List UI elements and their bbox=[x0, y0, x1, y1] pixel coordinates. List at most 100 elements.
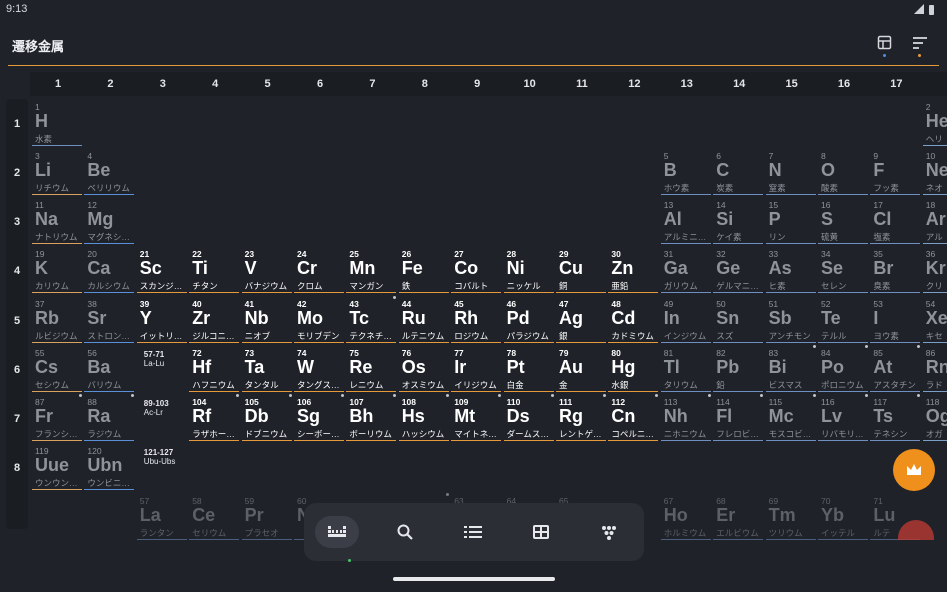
element-tile[interactable]: 106 Sg シーボー… bbox=[294, 394, 346, 442]
element-tile[interactable]: 47 Ag 銀 bbox=[556, 296, 608, 344]
element-tile[interactable]: 37 Rb ルビジウム bbox=[32, 296, 84, 344]
element-tile[interactable]: 29 Cu 銅 bbox=[556, 246, 608, 294]
element-tile[interactable]: 87 Fr フランシ… bbox=[32, 394, 84, 442]
element-tile[interactable]: 81 Tl タリウム bbox=[660, 345, 713, 393]
element-tile[interactable]: 26 Fe 鉄 bbox=[398, 246, 451, 294]
element-tile[interactable]: 49 In インジウム bbox=[660, 296, 713, 344]
element-tile[interactable]: 69 Tm ツリウム bbox=[765, 493, 818, 541]
element-tile[interactable]: 115 Mc モスコビ… bbox=[765, 394, 818, 442]
element-tile[interactable]: 113 Nh ニホニウム bbox=[660, 394, 713, 442]
element-tile[interactable]: 110 Ds ダームス… bbox=[503, 394, 556, 442]
element-tile[interactable]: 88 Ra ラジウム bbox=[84, 394, 136, 442]
series-placeholder[interactable]: 89-103 Ac-Lr bbox=[144, 399, 169, 417]
element-tile[interactable]: 38 Sr ストロン… bbox=[84, 296, 136, 344]
element-tile[interactable]: 8 O 酸素 bbox=[818, 148, 870, 196]
element-tile[interactable]: 41 Nb ニオブ bbox=[241, 296, 294, 344]
sort-icon[interactable] bbox=[911, 34, 929, 57]
element-tile[interactable]: 43 Tc テクネチ… bbox=[346, 296, 398, 344]
element-tile[interactable]: 78 Pt 白金 bbox=[503, 345, 556, 393]
element-tile[interactable]: 105 Db ドブニウム bbox=[241, 394, 294, 442]
element-tile[interactable]: 24 Cr クロム bbox=[294, 246, 346, 294]
element-tile[interactable]: 85 At アスタチン bbox=[870, 345, 922, 393]
element-tile[interactable]: 109 Mt マイトネ… bbox=[451, 394, 503, 442]
element-tile[interactable]: 118 Og オガ bbox=[922, 394, 947, 442]
element-tile[interactable]: 12 Mg マグネシ… bbox=[84, 197, 136, 245]
home-indicator[interactable] bbox=[393, 577, 555, 581]
element-tile[interactable]: 27 Co コバルト bbox=[451, 246, 503, 294]
element-tile[interactable]: 82 Pb 鉛 bbox=[713, 345, 765, 393]
element-tile[interactable]: 57 La ランタン bbox=[136, 493, 189, 541]
element-tile[interactable]: 86 Rn ラド bbox=[922, 345, 947, 393]
element-tile[interactable]: 28 Ni ニッケル bbox=[503, 246, 556, 294]
element-tile[interactable]: 35 Br 臭素 bbox=[870, 246, 922, 294]
element-tile[interactable]: 59 Pr プラセオ bbox=[241, 493, 294, 541]
element-tile[interactable]: 104 Rf ラザホー… bbox=[189, 394, 241, 442]
element-tile[interactable]: 107 Bh ボーリウム bbox=[346, 394, 398, 442]
element-tile[interactable]: 9 F フッ素 bbox=[870, 148, 922, 196]
element-tile[interactable]: 25 Mn マンガン bbox=[346, 246, 398, 294]
element-tile[interactable]: 32 Ge ゲルマニ… bbox=[713, 246, 765, 294]
element-tile[interactable]: 40 Zr ジルコニ… bbox=[189, 296, 241, 344]
nav-grid[interactable] bbox=[519, 516, 563, 548]
element-tile[interactable]: 23 V バナジウム bbox=[241, 246, 294, 294]
element-tile[interactable]: 46 Pd パラジウム bbox=[503, 296, 556, 344]
element-tile[interactable]: 68 Er エルビウム bbox=[713, 493, 765, 541]
element-tile[interactable]: 34 Se セレン bbox=[818, 246, 870, 294]
element-tile[interactable]: 3 Li リチウム bbox=[32, 148, 84, 196]
element-tile[interactable]: 119 Uue ウンウン… bbox=[32, 443, 84, 491]
element-tile[interactable]: 112 Cn コペルニ… bbox=[608, 394, 660, 442]
element-tile[interactable]: 16 S 硫黄 bbox=[818, 197, 870, 245]
element-tile[interactable]: 50 Sn スズ bbox=[713, 296, 765, 344]
element-tile[interactable]: 72 Hf ハフニウム bbox=[189, 345, 241, 393]
element-tile[interactable]: 17 Cl 塩素 bbox=[870, 197, 922, 245]
element-tile[interactable]: 56 Ba バリウム bbox=[84, 345, 136, 393]
element-tile[interactable]: 116 Lv リバモリ… bbox=[818, 394, 870, 442]
element-tile[interactable]: 75 Re レニウム bbox=[346, 345, 398, 393]
element-tile[interactable]: 31 Ga ガリウム bbox=[660, 246, 713, 294]
element-tile[interactable]: 54 Xe キセ bbox=[922, 296, 947, 344]
element-tile[interactable]: 79 Au 金 bbox=[556, 345, 608, 393]
layout-icon[interactable] bbox=[876, 34, 894, 57]
element-tile[interactable]: 117 Ts テネシン bbox=[870, 394, 922, 442]
element-tile[interactable]: 39 Y イットリ… bbox=[136, 296, 189, 344]
nav-search[interactable] bbox=[383, 516, 427, 548]
element-tile[interactable]: 51 Sb アンチモン bbox=[765, 296, 818, 344]
element-tile[interactable]: 44 Ru ルテニウム bbox=[398, 296, 451, 344]
element-tile[interactable]: 55 Cs セシウム bbox=[32, 345, 84, 393]
element-tile[interactable]: 22 Ti チタン bbox=[189, 246, 241, 294]
element-tile[interactable]: 21 Sc スカンジ… bbox=[136, 246, 189, 294]
element-tile[interactable]: 74 W タングス… bbox=[294, 345, 346, 393]
series-placeholder[interactable]: 57-71 La-Lu bbox=[144, 350, 164, 368]
series-placeholder[interactable]: 121-127 Ubu-Ubs bbox=[144, 448, 176, 466]
element-tile[interactable]: 11 Na ナトリウム bbox=[32, 197, 84, 245]
element-tile[interactable]: 1 H 水素 bbox=[32, 99, 84, 147]
element-tile[interactable]: 10 Ne ネオ bbox=[922, 148, 947, 196]
element-tile[interactable]: 77 Ir イリジウム bbox=[451, 345, 503, 393]
element-tile[interactable]: 20 Ca カルシウム bbox=[84, 246, 136, 294]
element-tile[interactable]: 83 Bi ビスマス bbox=[765, 345, 818, 393]
element-tile[interactable]: 4 Be ベリリウム bbox=[84, 148, 136, 196]
element-tile[interactable]: 7 N 窒素 bbox=[765, 148, 818, 196]
element-tile[interactable]: 48 Cd カドミウム bbox=[608, 296, 660, 344]
element-tile[interactable]: 14 Si ケイ素 bbox=[713, 197, 765, 245]
element-tile[interactable]: 80 Hg 水銀 bbox=[608, 345, 660, 393]
element-tile[interactable]: 84 Po ポロニウム bbox=[818, 345, 870, 393]
element-tile[interactable]: 5 B ホウ素 bbox=[660, 148, 713, 196]
element-tile[interactable]: 111 Rg レントゲ… bbox=[556, 394, 608, 442]
element-tile[interactable]: 19 K カリウム bbox=[32, 246, 84, 294]
element-tile[interactable]: 73 Ta タンタル bbox=[241, 345, 294, 393]
element-tile[interactable]: 15 P リン bbox=[765, 197, 818, 245]
nav-list[interactable] bbox=[451, 516, 495, 548]
nav-periodic-table[interactable] bbox=[315, 516, 359, 562]
element-tile[interactable]: 58 Ce セリウム bbox=[189, 493, 241, 541]
element-tile[interactable]: 18 Ar アル bbox=[922, 197, 947, 245]
element-tile[interactable]: 13 Al アルミニ… bbox=[660, 197, 713, 245]
element-tile[interactable]: 36 Kr クリ bbox=[922, 246, 947, 294]
element-tile[interactable]: 67 Ho ホルミウム bbox=[660, 493, 713, 541]
element-tile[interactable]: 33 As ヒ素 bbox=[765, 246, 818, 294]
element-tile[interactable]: 6 C 炭素 bbox=[713, 148, 765, 196]
element-tile[interactable]: 2 He ヘリ bbox=[922, 99, 947, 147]
element-tile[interactable]: 42 Mo モリブデン bbox=[294, 296, 346, 344]
element-tile[interactable]: 30 Zn 亜鉛 bbox=[608, 246, 660, 294]
element-tile[interactable]: 52 Te テルル bbox=[818, 296, 870, 344]
